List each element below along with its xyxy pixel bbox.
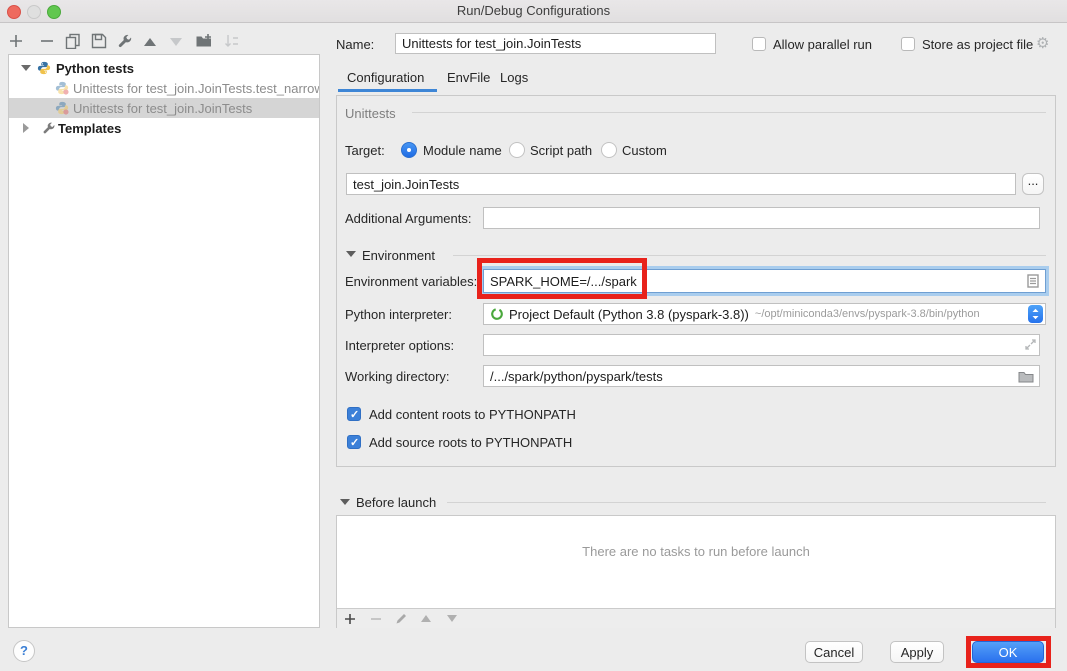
environment-separator (453, 255, 1046, 256)
tree-item-label: Unittests for test_join.JoinTests.test_n… (73, 81, 320, 96)
tab-logs[interactable]: Logs (500, 70, 528, 85)
gear-icon[interactable]: ⚙ (1036, 34, 1049, 52)
additional-arguments-input[interactable] (483, 207, 1040, 229)
target-module-name-label: Module name (423, 143, 502, 158)
add-content-roots-label: Add content roots to PYTHONPATH (369, 407, 576, 422)
active-tab-underline (338, 89, 437, 92)
new-folder-icon[interactable] (195, 33, 213, 49)
target-script-path-radio[interactable] (509, 142, 525, 158)
before-launch-label: Before launch (356, 495, 436, 510)
browse-button[interactable]: ... (1022, 173, 1044, 195)
name-label: Name: (336, 37, 374, 52)
tree-item-label: Python tests (56, 61, 134, 76)
tree-item-label: Unittests for test_join.JoinTests (73, 101, 252, 116)
tree-item-test-narrow[interactable]: Unittests for test_join.JoinTests.test_n… (9, 78, 319, 98)
conda-environment-icon (490, 307, 504, 321)
before-launch-toolbar (337, 608, 1055, 628)
environment-variables-label: Environment variables: (345, 274, 477, 289)
configurations-tree: Python tests Unittests for test_join.Joi… (8, 54, 320, 628)
name-input[interactable] (395, 33, 716, 54)
collapse-icon[interactable] (21, 65, 31, 71)
tree-item-label: Templates (58, 121, 121, 136)
window-title: Run/Debug Configurations (0, 0, 1067, 22)
help-button[interactable]: ? (13, 640, 35, 662)
python-test-icon (55, 101, 69, 115)
target-custom-radio[interactable] (601, 142, 617, 158)
target-module-name-radio[interactable] (401, 142, 417, 158)
sort-alphabetically-icon[interactable] (224, 33, 240, 49)
before-launch-panel: There are no tasks to run before launch (336, 515, 1056, 628)
environment-variables-value: SPARK_HOME=/.../spark (490, 274, 637, 289)
ok-button[interactable]: OK (972, 641, 1044, 663)
select-stepper[interactable] (1028, 305, 1043, 323)
expand-field-icon[interactable] (1024, 338, 1037, 351)
browse-variables-icon[interactable] (1027, 274, 1039, 288)
environment-section-label: Environment (362, 248, 435, 263)
remove-icon[interactable] (40, 34, 54, 48)
apply-button[interactable]: Apply (890, 641, 944, 663)
module-name-input[interactable] (346, 173, 1016, 195)
cancel-button[interactable]: Cancel (805, 641, 863, 663)
target-custom-label: Custom (622, 143, 667, 158)
save-configuration-icon[interactable] (91, 33, 107, 49)
add-source-roots-checkbox[interactable] (347, 435, 361, 449)
move-task-up-icon[interactable] (421, 615, 431, 622)
copy-configuration-icon[interactable] (65, 33, 81, 49)
move-up-icon[interactable] (144, 38, 156, 46)
remove-task-icon[interactable] (370, 613, 382, 625)
working-directory-label: Working directory: (345, 369, 450, 384)
add-icon[interactable] (9, 34, 23, 48)
move-task-down-icon[interactable] (447, 615, 457, 622)
edit-task-icon[interactable] (395, 612, 408, 625)
working-directory-input[interactable]: /.../spark/python/pyspark/tests (483, 365, 1040, 387)
before-launch-collapse-icon[interactable] (340, 499, 350, 505)
tree-item-python-tests[interactable]: Python tests (9, 58, 319, 78)
edit-templates-icon[interactable] (117, 33, 133, 49)
add-source-roots-label: Add source roots to PYTHONPATH (369, 435, 572, 450)
tree-item-templates[interactable]: Templates (9, 118, 319, 138)
title-bar: Run/Debug Configurations (0, 0, 1067, 23)
store-as-project-file-checkbox[interactable] (901, 37, 915, 51)
expand-icon[interactable] (23, 123, 29, 133)
working-directory-value: /.../spark/python/pyspark/tests (490, 369, 663, 384)
environment-collapse-icon[interactable] (346, 251, 356, 257)
allow-parallel-run-checkbox[interactable] (752, 37, 766, 51)
tab-envfile[interactable]: EnvFile (447, 70, 490, 85)
python-test-icon (55, 81, 69, 95)
add-task-icon[interactable] (344, 613, 356, 625)
add-content-roots-checkbox[interactable] (347, 407, 361, 421)
allow-parallel-run-label: Allow parallel run (773, 37, 872, 52)
python-interpreter-label: Python interpreter: (345, 307, 452, 322)
additional-arguments-label: Additional Arguments: (345, 211, 471, 226)
environment-variables-input[interactable]: SPARK_HOME=/.../spark (483, 269, 1046, 293)
folder-icon[interactable] (1018, 370, 1034, 383)
tab-configuration[interactable]: Configuration (347, 70, 424, 85)
target-label: Target: (345, 143, 385, 158)
before-launch-separator (447, 502, 1046, 503)
target-script-path-label: Script path (530, 143, 592, 158)
unittests-separator (412, 112, 1046, 113)
python-interpreter-path: ~/opt/miniconda3/envs/pyspark-3.8/bin/py… (755, 308, 980, 320)
interpreter-options-input[interactable] (483, 334, 1040, 356)
before-launch-empty-text: There are no tasks to run before launch (337, 544, 1055, 559)
python-interpreter-value: Project Default (Python 3.8 (pyspark-3.8… (509, 307, 749, 322)
python-interpreter-select[interactable]: Project Default (Python 3.8 (pyspark-3.8… (483, 303, 1046, 325)
unittests-section-label: Unittests (345, 106, 396, 121)
python-icon (37, 61, 51, 75)
move-down-icon[interactable] (170, 38, 182, 46)
templates-wrench-icon (42, 121, 56, 135)
tree-item-jointests-selected[interactable]: Unittests for test_join.JoinTests (9, 98, 319, 118)
store-as-project-file-label: Store as project file (922, 37, 1033, 52)
run-debug-configurations-dialog: Run/Debug Configurations Python tests Un… (0, 0, 1067, 671)
interpreter-options-label: Interpreter options: (345, 338, 454, 353)
